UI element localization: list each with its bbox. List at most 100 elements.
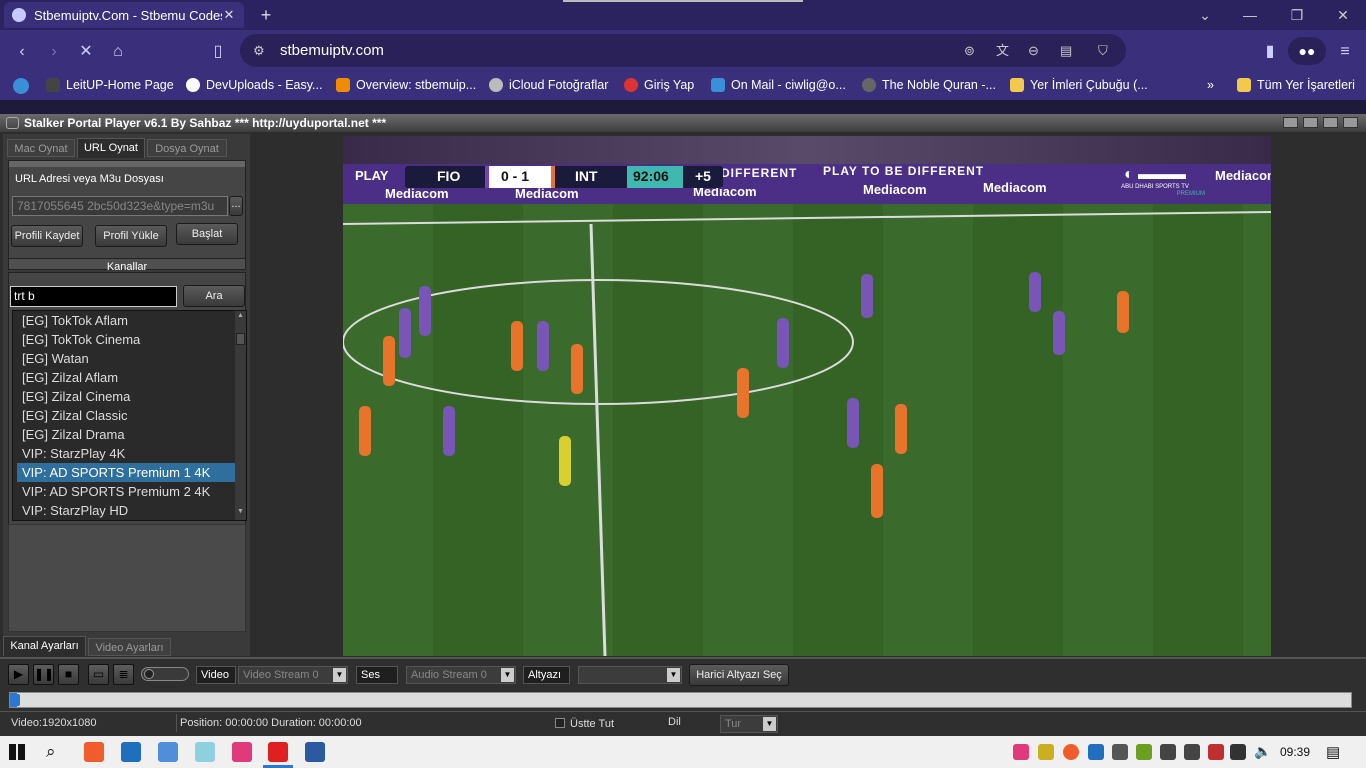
bookmark-item[interactable]: Giriş Yap xyxy=(624,78,694,92)
scroll-up-icon[interactable]: ▲ xyxy=(236,312,245,321)
sidebar-icon[interactable]: ▮ xyxy=(1259,41,1281,63)
nvidia-icon[interactable] xyxy=(1136,744,1152,760)
scroll-thumb[interactable] xyxy=(236,333,245,345)
window-icon[interactable] xyxy=(305,742,325,762)
browser-tab[interactable]: Stbemuiptv.Com - Stbemu Codes ✕ xyxy=(4,2,244,28)
volume-slider[interactable] xyxy=(141,667,189,681)
tab-search-icon[interactable]: ⌄ xyxy=(1190,5,1220,25)
volume-icon[interactable]: 🔈 xyxy=(1254,743,1271,760)
tray-icon[interactable] xyxy=(1063,744,1079,760)
back-icon[interactable]: ‹ xyxy=(11,41,33,63)
title-btn-2[interactable] xyxy=(1303,117,1318,128)
media-player-icon[interactable] xyxy=(268,742,288,762)
site-info-icon[interactable]: ⚙ xyxy=(253,34,265,67)
seek-handle[interactable] xyxy=(12,694,20,706)
notepad-icon[interactable] xyxy=(195,742,215,762)
chevron-down-icon[interactable]: ▼ xyxy=(333,668,346,682)
screen-button[interactable]: ▭ xyxy=(88,664,109,685)
tray-icon[interactable] xyxy=(1038,744,1054,760)
bookmark-item[interactable]: DevUploads - Easy... xyxy=(186,78,322,92)
channel-list-item[interactable]: VIP: AD SPORTS Premium 2 4K xyxy=(17,482,235,501)
shield-icon[interactable]: ⛉ xyxy=(1098,34,1108,67)
bookmark-item[interactable]: Overview: stbemuip... xyxy=(336,78,476,92)
reader-icon[interactable]: ▤ xyxy=(1060,34,1072,67)
clock[interactable]: 09:39 xyxy=(1280,745,1310,759)
bookmark-item[interactable]: iCloud Fotoğraflar xyxy=(489,78,608,92)
bookmark-item[interactable]: On Mail - ciwlig@o... xyxy=(711,78,846,92)
address-bar[interactable]: ⚙ stbemuiptv.com ⊚ 文 ⊖ ▤ ⛉ xyxy=(240,34,1126,67)
home-icon[interactable]: ⌂ xyxy=(107,41,129,63)
cast-icon[interactable]: ⊚ xyxy=(964,34,975,67)
tray-icon[interactable] xyxy=(1230,744,1246,760)
menu-icon[interactable]: ≡ xyxy=(1334,41,1356,63)
tray-icon[interactable] xyxy=(1112,744,1128,760)
tab-url-oynat[interactable]: URL Oynat xyxy=(77,138,145,158)
bookmark-icon[interactable]: ▯ xyxy=(207,41,229,63)
url-input[interactable]: 7817055645 2bc50d323e&type=m3u xyxy=(12,196,228,216)
play-button[interactable]: ▶ xyxy=(8,664,29,685)
minimize-button[interactable]: — xyxy=(1235,5,1265,25)
channel-list-item[interactable]: VIP: StarzPlay 4K xyxy=(17,444,235,463)
tray-icon[interactable] xyxy=(1013,744,1029,760)
search-button[interactable]: Ara xyxy=(183,285,245,307)
translate-icon[interactable]: 文 xyxy=(996,34,1009,67)
start-button[interactable]: Başlat xyxy=(176,223,238,245)
channel-search-input[interactable]: trt b xyxy=(10,286,177,307)
forward-icon[interactable]: › xyxy=(43,41,65,63)
tray-icon[interactable] xyxy=(1160,744,1176,760)
browser-logo-icon[interactable] xyxy=(13,78,29,94)
outlook-icon[interactable] xyxy=(121,742,141,762)
video-stream-select[interactable]: Video Stream 0 ▼ xyxy=(238,666,348,684)
playlist-button[interactable]: ≣ xyxy=(113,664,134,685)
ontop-checkbox[interactable] xyxy=(555,718,565,728)
maximize-button[interactable]: ❐ xyxy=(1282,5,1312,25)
title-btn-3[interactable] xyxy=(1323,117,1338,128)
title-close-btn[interactable] xyxy=(1343,117,1358,128)
seek-bar[interactable] xyxy=(9,692,1352,708)
channel-list-item[interactable]: VIP: StarzPlay HD xyxy=(17,501,235,520)
url-browse-button[interactable]: ... xyxy=(229,196,243,216)
tab-dosya-oynat[interactable]: Dosya Oynat xyxy=(147,139,227,157)
close-window-button[interactable]: ✕ xyxy=(1328,5,1358,25)
new-tab-button[interactable]: + xyxy=(256,5,276,25)
close-tab-icon[interactable]: ✕ xyxy=(222,7,236,23)
tray-icon[interactable] xyxy=(1088,744,1104,760)
channel-list-item[interactable]: [EG] Watan xyxy=(17,349,235,368)
start-icon[interactable] xyxy=(9,744,25,760)
pause-button[interactable]: ❚❚ xyxy=(33,664,54,685)
channel-list-item[interactable]: [EG] TokTok Aflam xyxy=(17,311,235,330)
volume-knob[interactable] xyxy=(144,669,154,679)
video-display[interactable]: PLAY DIFFERENT PLAY TO BE DIFFERENT Medi… xyxy=(343,136,1271,656)
audio-stream-select[interactable]: Audio Stream 0 ▼ xyxy=(406,666,516,684)
bookmark-item[interactable]: The Noble Quran -... xyxy=(862,78,996,92)
tray-icon[interactable] xyxy=(1208,744,1224,760)
bookmark-item[interactable]: LeitUP-Home Page xyxy=(46,78,174,92)
chevron-down-icon[interactable]: ▼ xyxy=(763,717,776,731)
channel-list-item[interactable]: [EG] TokTok Cinema xyxy=(17,330,235,349)
channel-list-item[interactable]: VIP: AD SPORTS Premium 1 4K xyxy=(17,463,235,482)
language-select[interactable]: Tur ▼ xyxy=(720,715,778,733)
channel-list-item[interactable]: [EG] Zilzal Drama xyxy=(17,425,235,444)
scroll-down-icon[interactable]: ▼ xyxy=(236,508,245,517)
channel-list-item[interactable]: [EG] Zilzal Aflam xyxy=(17,368,235,387)
tab-mac-oynat[interactable]: Mac Oynat xyxy=(7,139,75,157)
brave-icon[interactable] xyxy=(84,742,104,762)
private-mode-icon[interactable]: ●● xyxy=(1288,37,1326,65)
notifications-icon[interactable]: ▤ xyxy=(1326,743,1340,761)
load-profile-button[interactable]: Profil Yükle xyxy=(95,225,167,247)
zoom-icon[interactable]: ⊖ xyxy=(1028,34,1039,67)
all-bookmarks-folder[interactable]: Tüm Yer İşaretleri xyxy=(1237,78,1355,92)
channel-list-scrollbar[interactable]: ▲ ▼ xyxy=(235,311,246,520)
app-icon[interactable] xyxy=(158,742,178,762)
tab-kanal-ayarlari[interactable]: Kanal Ayarları xyxy=(3,636,86,656)
channel-list-item[interactable]: [EG] Zilzal Classic xyxy=(17,406,235,425)
subtitle-select[interactable]: ▼ xyxy=(578,666,682,684)
stop-button[interactable]: ■ xyxy=(58,664,79,685)
save-profile-button[interactable]: Profili Kaydet xyxy=(11,225,83,247)
bookmark-folder[interactable]: Yer İmleri Çubuğu (... xyxy=(1010,78,1148,92)
title-btn-1[interactable] xyxy=(1283,117,1298,128)
tab-video-ayarlari[interactable]: Video Ayarları xyxy=(88,638,171,656)
channel-list-item[interactable]: [EG] Zilzal Cinema xyxy=(17,387,235,406)
stop-icon[interactable]: ✕ xyxy=(75,41,97,63)
more-bookmarks-button[interactable]: » xyxy=(1207,78,1214,92)
